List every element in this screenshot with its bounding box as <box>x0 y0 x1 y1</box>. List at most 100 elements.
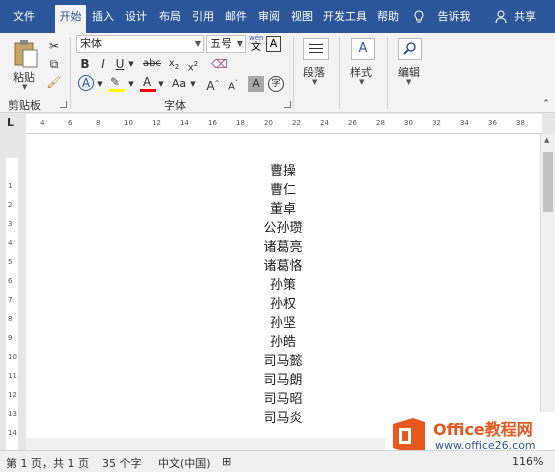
change-case-icon[interactable]: Aa <box>168 75 190 93</box>
ruler-tick-label: 5 <box>8 258 13 266</box>
ruler-tick-label: 2 <box>8 201 13 209</box>
chevron-down-icon: ▼ <box>359 78 365 86</box>
ruler-tick-label: 22 <box>292 119 301 127</box>
clear-format-icon[interactable]: ⌫ <box>211 55 228 73</box>
collapse-ribbon-icon[interactable]: ⌃ <box>540 95 552 113</box>
superscript-icon[interactable]: x2 <box>185 55 201 73</box>
tell-me-search[interactable]: 告诉我 <box>434 0 474 33</box>
ruler-tick-label: 14 <box>8 429 17 437</box>
font-color-icon[interactable]: A <box>139 75 157 93</box>
chevron-down-icon[interactable]: ▼ <box>22 83 27 91</box>
scroll-up-icon[interactable]: ▲ <box>544 136 549 144</box>
font-size-combo[interactable]: 五号 ▼ <box>206 35 246 53</box>
ruler-corner[interactable]: L <box>0 114 26 134</box>
ruler-tick-label: 6 <box>68 119 73 127</box>
font-size-value: 五号 <box>210 37 232 50</box>
format-painter-icon[interactable]: 🖌 <box>46 73 62 91</box>
document-line: 董卓 <box>269 202 296 217</box>
tab-home[interactable]: 开始 <box>55 5 86 33</box>
ruler-tick-label: 16 <box>208 119 217 127</box>
underline-icon[interactable]: U <box>113 55 127 73</box>
tab-review[interactable]: 审阅 <box>254 0 284 33</box>
document-line: 孙坚 <box>269 316 296 331</box>
document-line: 司马昭 <box>263 392 303 407</box>
ribbon-tabs: 文件 开始 插入 设计 布局 引用 邮件 审阅 视图 开发工具 帮助 告诉我 共… <box>0 0 555 33</box>
zoom-level[interactable]: 116% <box>512 455 543 468</box>
styles-button[interactable]: A 样式 ▼ <box>345 36 381 94</box>
ruler-tick-label: 12 <box>8 391 17 399</box>
share-button[interactable]: 共享 <box>510 0 540 33</box>
chevron-down-icon[interactable]: ▼ <box>127 55 135 73</box>
user-icon[interactable] <box>495 0 507 33</box>
document-line: 孙策 <box>269 278 296 293</box>
word-count[interactable]: 35 个字 <box>102 455 142 471</box>
tab-file[interactable]: 文件 <box>6 0 42 33</box>
tab-insert[interactable]: 插入 <box>88 0 118 33</box>
phonetic-guide-button[interactable]: wén 文 <box>249 34 263 54</box>
ruler-tick-label: 4 <box>40 119 45 127</box>
paragraph-button[interactable]: 段落 ▼ <box>299 36 333 94</box>
char-border-button[interactable]: A <box>266 36 281 52</box>
font-launcher[interactable] <box>284 101 291 108</box>
font-group-label: 字体 <box>164 99 186 112</box>
brand-text: Office教程网 <box>433 420 533 439</box>
enclose-char-icon[interactable]: 字 <box>268 76 284 92</box>
group-divider <box>70 37 71 109</box>
ruler-tick-label: 13 <box>8 410 17 418</box>
document-line: 孙皓 <box>269 335 296 350</box>
tab-view[interactable]: 视图 <box>287 0 317 33</box>
ruler-tick-label: 30 <box>404 119 413 127</box>
vertical-scrollbar[interactable]: ▲ <box>540 134 555 450</box>
grow-font-icon[interactable]: A^ <box>205 75 221 93</box>
chevron-down-icon[interactable]: ▼ <box>189 75 197 93</box>
tab-layout[interactable]: 布局 <box>155 0 185 33</box>
subscript-icon[interactable]: x2 <box>166 55 182 73</box>
chevron-down-icon[interactable]: ▼ <box>96 75 104 93</box>
document-line: 诸葛恪 <box>263 259 303 274</box>
document-page[interactable]: 曹操 曹仁 董卓 公孙瓒 诸葛亮 诸葛恪 孙策 孙权 孙坚 孙皓 司马懿 司马朗 司马昭 司马炎 <box>26 134 540 438</box>
cut-icon[interactable]: ✂ <box>46 37 62 55</box>
phonetic-wen-text: wén <box>249 34 264 42</box>
chevron-down-icon[interactable]: ▼ <box>157 75 165 93</box>
shrink-font-icon[interactable]: Aˇ <box>225 75 241 93</box>
tab-selector-text: L <box>7 116 15 129</box>
chevron-down-icon: ▼ <box>312 78 318 86</box>
ruler-tick-label: 10 <box>124 119 133 127</box>
ruler-tick-label: 26 <box>348 119 357 127</box>
highlight-icon[interactable]: ✎ <box>108 75 126 93</box>
chevron-down-icon[interactable]: ▼ <box>127 75 135 93</box>
vertical-ruler[interactable]: 1 2 3 4 5 6 7 8 9 10 11 12 13 14 <box>0 134 20 450</box>
ruler-tick-label: 14 <box>180 119 189 127</box>
clipboard-launcher[interactable] <box>60 101 67 108</box>
group-divider <box>339 37 340 109</box>
ruler-tick-label: 8 <box>96 119 101 127</box>
tab-references[interactable]: 引用 <box>188 0 218 33</box>
lightbulb-icon[interactable] <box>413 0 425 33</box>
language-indicator[interactable]: 中文(中国) <box>158 455 211 471</box>
bold-icon[interactable]: B <box>78 55 92 73</box>
page-count[interactable]: 第 1 页，共 1 页 <box>6 455 89 471</box>
ruler-tick-label: 32 <box>432 119 441 127</box>
italic-icon[interactable]: I <box>96 55 110 73</box>
macro-record-icon[interactable]: ⊞ <box>222 455 231 468</box>
scroll-thumb[interactable] <box>543 152 553 212</box>
copy-icon[interactable]: ⧉ <box>46 55 62 73</box>
ruler-tick-label: 10 <box>8 353 17 361</box>
char-shading-icon[interactable]: A <box>248 76 264 92</box>
paste-button[interactable]: 粘贴 ▼ <box>10 37 42 93</box>
tab-developer[interactable]: 开发工具 <box>320 0 370 33</box>
paragraph-icon <box>303 38 329 60</box>
ruler-tick-label: 38 <box>516 119 525 127</box>
tab-mailings[interactable]: 邮件 <box>221 0 251 33</box>
horizontal-ruler[interactable]: 4 6 8 10 12 14 16 18 20 22 24 26 28 30 32 34 36 38 <box>26 114 542 134</box>
font-name-combo[interactable]: 宋体 ▼ <box>76 35 204 53</box>
ribbon-home: 粘贴 ▼ ✂ ⧉ 🖌 剪贴板 宋体 ▼ 五号 ▼ wén 文 A B I U ▼ a… <box>0 33 555 113</box>
tab-design[interactable]: 设计 <box>121 0 151 33</box>
ruler-tick-label: 9 <box>8 334 13 342</box>
text-effects-icon[interactable]: A <box>78 75 94 91</box>
ruler-tick-label: 8 <box>8 315 13 323</box>
ruler-tick-label: 28 <box>376 119 385 127</box>
editing-button[interactable]: 编辑 ▼ <box>393 36 427 94</box>
strikethrough-icon[interactable]: abc <box>142 55 162 73</box>
tab-help[interactable]: 帮助 <box>373 0 403 33</box>
